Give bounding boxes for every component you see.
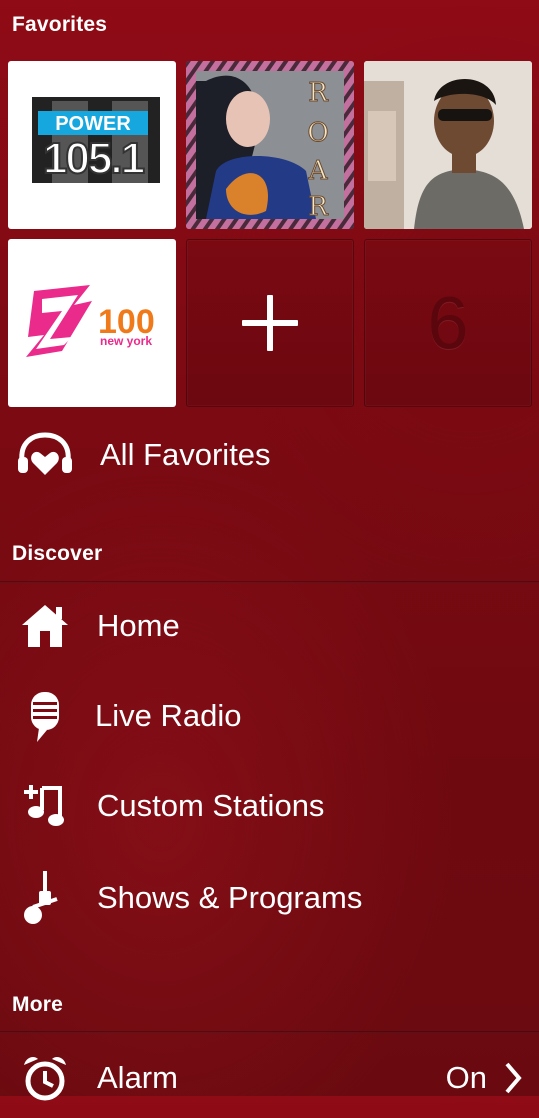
more-heading: More bbox=[12, 993, 63, 1016]
chevron-right-icon bbox=[505, 1062, 522, 1094]
svg-text:R: R bbox=[308, 78, 329, 108]
custom-stations-label: Custom Stations bbox=[97, 788, 325, 823]
favorites-heading: Favorites bbox=[12, 13, 108, 36]
favorite-tile-power-1051[interactable]: POWER 105.1 bbox=[8, 61, 176, 229]
nav-item-shows-programs[interactable]: Shows & Programs bbox=[0, 858, 539, 938]
drake-photo bbox=[364, 61, 532, 229]
slot-number: 6 bbox=[427, 281, 469, 365]
all-favorites-label: All Favorites bbox=[100, 437, 271, 472]
roar-album-art: R O A R bbox=[186, 61, 354, 229]
favorite-tile-drake[interactable] bbox=[364, 61, 532, 229]
alarm-row[interactable]: Alarm On bbox=[0, 1038, 539, 1118]
nav-item-home[interactable]: Home bbox=[0, 586, 539, 666]
discover-heading: Discover bbox=[12, 542, 103, 565]
svg-text:new york: new york bbox=[100, 334, 152, 348]
all-favorites-row[interactable]: All Favorites bbox=[0, 415, 539, 495]
nav-item-custom-stations[interactable]: Custom Stations bbox=[0, 766, 539, 846]
custom-stations-icon bbox=[16, 777, 74, 835]
live-radio-label: Live Radio bbox=[95, 698, 242, 733]
heart-headphones-icon bbox=[16, 426, 74, 484]
favorite-tile-roar[interactable]: R O A R bbox=[186, 61, 354, 229]
power-1051-logo: POWER 105.1 bbox=[32, 97, 160, 184]
svg-text:POWER: POWER bbox=[55, 113, 131, 135]
favorite-tile-z100[interactable]: 100 new york bbox=[8, 239, 176, 407]
shows-programs-label: Shows & Programs bbox=[97, 880, 363, 915]
microphone-icon bbox=[16, 687, 74, 745]
nav-item-live-radio[interactable]: Live Radio bbox=[0, 676, 539, 756]
shows-programs-icon bbox=[16, 869, 74, 927]
svg-text:A: A bbox=[308, 156, 329, 186]
home-icon bbox=[16, 597, 74, 655]
home-label: Home bbox=[97, 608, 180, 643]
z100-logo: 100 new york bbox=[26, 285, 155, 357]
svg-text:R: R bbox=[308, 192, 329, 222]
alarm-status: On bbox=[445, 1060, 487, 1095]
alarm-label: Alarm bbox=[97, 1060, 178, 1095]
plus-icon bbox=[242, 295, 298, 351]
alarm-clock-icon bbox=[16, 1049, 74, 1107]
add-favorite-tile[interactable] bbox=[186, 239, 354, 407]
svg-text:O: O bbox=[307, 118, 328, 148]
more-divider bbox=[0, 1031, 539, 1033]
svg-text:105.1: 105.1 bbox=[43, 134, 145, 183]
discover-divider bbox=[0, 581, 539, 583]
empty-favorite-slot[interactable]: 6 bbox=[364, 239, 532, 407]
